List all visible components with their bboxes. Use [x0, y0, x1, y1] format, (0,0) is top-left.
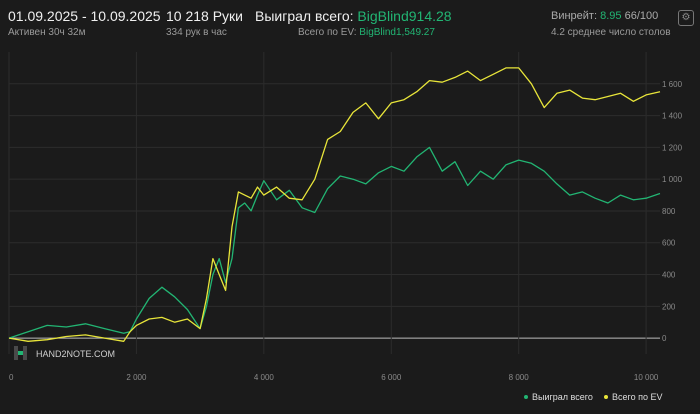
legend-won-dot [524, 395, 528, 399]
gear-icon[interactable]: ⚙ [678, 10, 694, 26]
winrate-extra: 66/100 [624, 10, 659, 22]
active-time: Активен 30ч 32м [8, 27, 86, 38]
y-tick-label: 1 600 [662, 80, 683, 89]
y-axis-labels: 0 200 400 600 800 1 000 1 200 1 400 1 600 [662, 80, 683, 343]
x-tick-label: 8 000 [509, 373, 530, 382]
header: 01.09.2025 - 10.09.2025 Активен 30ч 32м … [0, 0, 700, 44]
hands-count: 10 218 Руки [166, 8, 243, 24]
watermark-logo-bar [23, 346, 27, 360]
hands-per-hour: 334 рук в час [166, 27, 227, 38]
x-tick-label: 2 000 [126, 373, 147, 382]
profit-chart: 0 200 400 600 800 1 000 1 200 1 400 1 600 0 2 000… [8, 52, 683, 402]
x-tick-label: 4 000 [254, 373, 275, 382]
y-tick-label: 1 400 [662, 112, 683, 121]
watermark-logo-bar [14, 346, 18, 360]
legend: Выиграл всего Всего по EV [524, 392, 662, 402]
x-axis-labels: 0 2 000 4 000 6 000 8 000 10 000 [9, 373, 659, 382]
legend-won-label: Выиграл всего [532, 392, 593, 402]
y-tick-label: 200 [662, 302, 676, 311]
ev-series-line [8, 67, 661, 342]
y-tick-label: 1 000 [662, 175, 683, 184]
x-tick-label: 6 000 [381, 373, 402, 382]
grid [8, 52, 660, 354]
y-tick-label: 400 [662, 271, 676, 280]
legend-ev-label: Всего по EV [612, 392, 662, 402]
series-lines [8, 67, 661, 342]
y-tick-label: 0 [662, 334, 667, 343]
watermark-text: HAND2NOTE.COM [36, 349, 115, 359]
watermark: HAND2NOTE.COM [14, 346, 115, 360]
won-label: Выиграл всего: [255, 8, 354, 24]
winrate-value: 8.95 [600, 10, 622, 22]
winrate: Винрейт: 8.95 66/100 [551, 10, 658, 22]
y-tick-label: 800 [662, 207, 676, 216]
legend-ev-dot [604, 395, 608, 399]
won-value: BigBlind914.28 [357, 8, 452, 24]
x-tick-label: 0 [9, 373, 14, 382]
y-tick-label: 600 [662, 239, 676, 248]
y-tick-label: 1 200 [662, 143, 683, 152]
ev-label: Всего по EV: [298, 27, 357, 38]
ev-value: BigBlind1,549.27 [359, 27, 435, 38]
date-range: 01.09.2025 - 10.09.2025 [8, 8, 161, 24]
won-total: Выиграл всего: BigBlind914.28 [255, 8, 452, 24]
x-tick-label: 10 000 [634, 373, 659, 382]
watermark-logo-bar [18, 351, 23, 355]
ev-total: Всего по EV: BigBlind1,549.27 [298, 27, 435, 38]
avg-tables: 4.2 среднее число столов [551, 27, 671, 38]
winrate-label: Винрейт: [551, 10, 598, 22]
